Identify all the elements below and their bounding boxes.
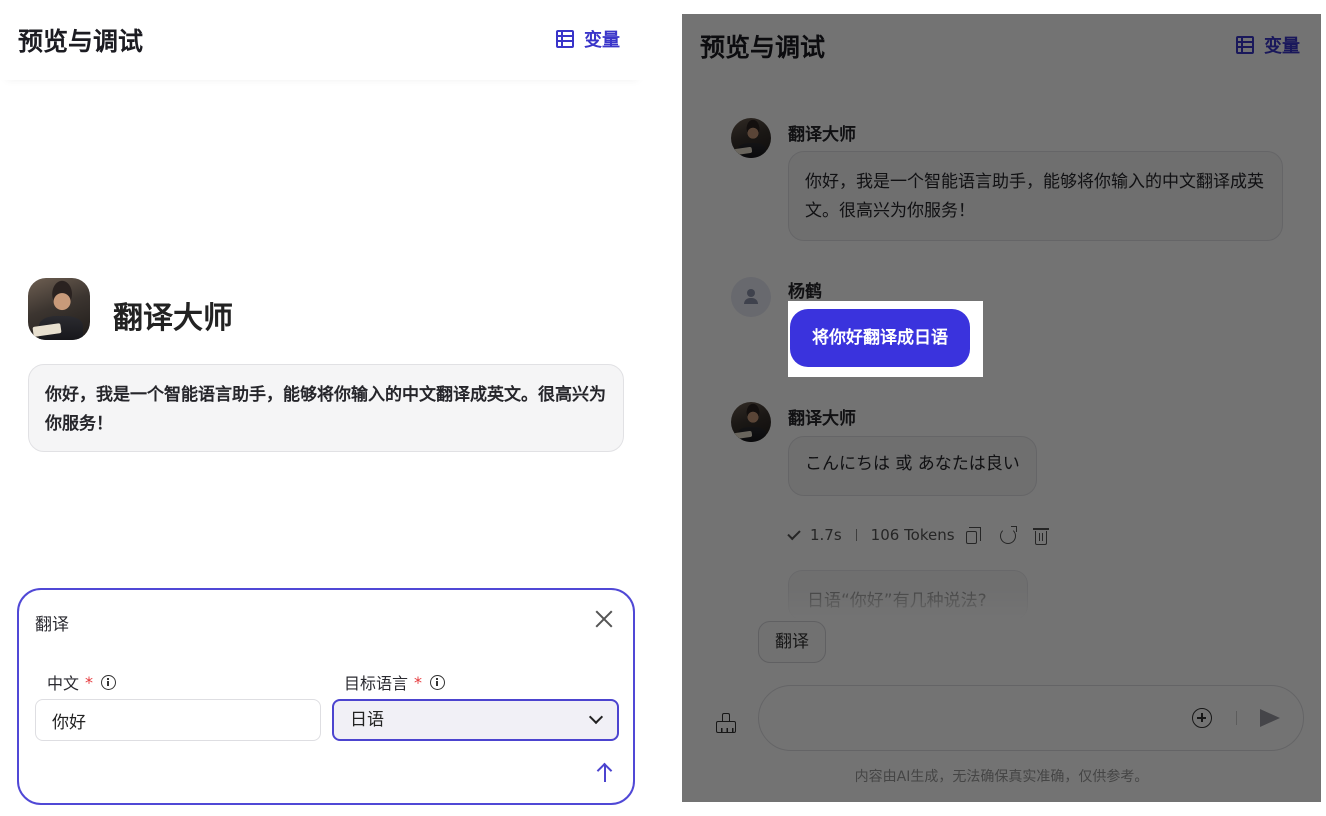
copy-icon[interactable] [966, 527, 981, 544]
disclaimer-text: 内容由AI生成，无法确保真实准确，仅供参考。 [854, 769, 1149, 785]
message-bubble: 你好，我是一个智能语言助手，能够将你输入的中文翻译成英文。很高兴为你服务！ [788, 151, 1283, 241]
bot-name: 翻译大师 [113, 301, 233, 336]
table-icon [1236, 36, 1254, 54]
info-icon[interactable] [430, 674, 446, 690]
variables-label: 变量 [584, 30, 620, 51]
chinese-input[interactable] [35, 699, 321, 741]
close-icon[interactable] [593, 608, 615, 630]
message-sender: 翻译大师 [788, 125, 856, 145]
page-title: 预览与调试 [700, 33, 826, 62]
trash-icon[interactable] [1033, 528, 1049, 545]
variables-label: 变量 [1264, 36, 1300, 57]
highlight-box: 将你好翻译成日语 [788, 301, 983, 377]
left-header: 预览与调试 变量 [0, 0, 644, 80]
greeting-bubble: 你好，我是一个智能语言助手，能够将你输入的中文翻译成英文。很高兴为你服务！ [28, 364, 624, 452]
left-panel: 预览与调试 变量 翻译大师 你好，我是一个智能语言助手，能够将你输入的中文翻译成… [0, 0, 644, 816]
arrow-up-icon[interactable] [596, 762, 614, 784]
broom-icon[interactable] [716, 713, 736, 733]
shortcut-form-card: 翻译 中文 * 目标语言 * 日语 [17, 588, 635, 805]
chevron-down-icon [588, 709, 604, 725]
form-title: 翻译 [35, 615, 69, 635]
send-icon[interactable] [1260, 709, 1280, 727]
refresh-icon[interactable] [1000, 526, 1017, 544]
required-mark: * [414, 672, 423, 692]
user-avatar [731, 277, 771, 317]
shortcut-chip[interactable]: 翻译 [758, 621, 826, 663]
response-time: 1.7s [810, 526, 842, 544]
variables-button[interactable]: 变量 [556, 26, 620, 52]
token-count: 106 Tokens [870, 526, 955, 544]
table-icon [556, 30, 574, 48]
message-sender: 杨鹤 [788, 282, 822, 302]
message-sender: 翻译大师 [788, 409, 856, 429]
chinese-field-label: 中文 * [47, 670, 117, 694]
target-language-select[interactable]: 日语 [332, 699, 619, 741]
message-meta: 1.7s 106 Tokens [787, 526, 955, 544]
dim-overlay [682, 14, 1321, 802]
right-panel: 预览与调试 变量 翻译大师 你好，我是一个智能语言助手，能够将你输入的中文翻译成… [682, 14, 1321, 802]
required-mark: * [85, 672, 94, 692]
info-icon[interactable] [101, 674, 117, 690]
target-language-label: 目标语言 * [344, 670, 446, 694]
message-bubble: こんにちは 或 あなたは良い [788, 436, 1037, 496]
plus-circle-icon[interactable] [1192, 708, 1212, 728]
bot-avatar [731, 118, 771, 158]
page-title: 预览与调试 [18, 27, 144, 56]
suggested-question[interactable]: 日语“你好”有几种说法? [788, 570, 1028, 620]
select-value: 日语 [350, 710, 384, 730]
user-message-bubble[interactable]: 将你好翻译成日语 [790, 309, 970, 367]
chat-input[interactable] [758, 685, 1304, 751]
variables-button[interactable]: 变量 [1236, 32, 1300, 58]
check-icon [787, 526, 801, 540]
bot-avatar [731, 402, 771, 442]
bot-avatar [28, 278, 90, 340]
